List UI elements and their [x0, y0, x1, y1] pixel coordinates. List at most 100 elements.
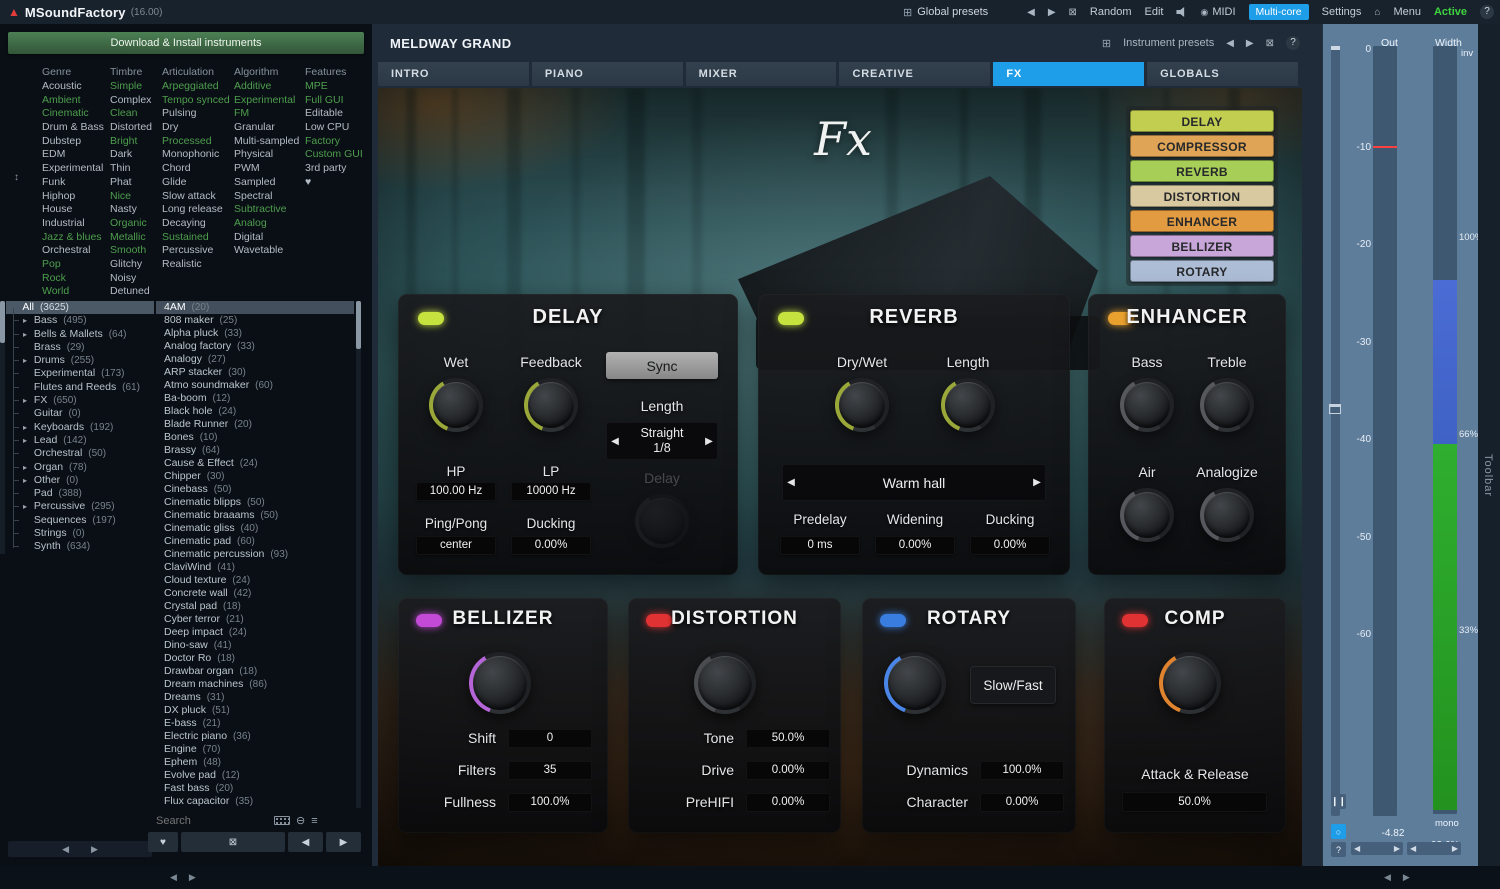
category-item[interactable]: Organ (78) [6, 461, 154, 474]
preset-item[interactable]: DX pluck (51) [156, 704, 354, 717]
filter-tag[interactable]: PWM [234, 162, 304, 176]
bellizer-main-knob[interactable] [469, 652, 531, 714]
list-menu-icon[interactable]: ≡ [311, 815, 317, 827]
melda-logo-icon[interactable]: ▲ [8, 6, 20, 18]
preset-item[interactable]: Fast bass (20) [156, 782, 354, 795]
filter-tag[interactable]: Smooth [110, 244, 162, 258]
tab[interactable]: MIXER [686, 62, 837, 86]
reverb-ducking-value[interactable]: 0.00% [970, 536, 1050, 555]
pager-left-icon[interactable]: ◀ [62, 844, 69, 855]
category-item[interactable]: Flutes and Reeds (61) [6, 381, 154, 394]
filter-tag[interactable]: Percussive [162, 244, 232, 258]
keyboard-icon[interactable] [274, 816, 290, 825]
stepper-right-icon[interactable]: ▶ [700, 436, 718, 447]
expand-arrow-icon[interactable] [23, 461, 31, 474]
filter-tag[interactable]: Jazz & blues [42, 231, 108, 245]
settings-button[interactable]: Settings [1322, 6, 1362, 18]
filter-tag[interactable]: Factory [305, 135, 363, 149]
panel-resize-arrows[interactable]: ◀▶ [1384, 872, 1410, 883]
preset-item[interactable]: ClaviWind (41) [156, 561, 354, 574]
category-item[interactable]: Pad (388) [6, 487, 154, 500]
filter-tag[interactable]: Thin [110, 162, 162, 176]
preset-item[interactable]: Dream machines (86) [156, 678, 354, 691]
preset-item[interactable]: Evolve pad (12) [156, 769, 354, 782]
menu-button[interactable]: Menu [1393, 6, 1421, 18]
comp-attack-release-value[interactable]: 50.0% [1122, 792, 1267, 812]
tab[interactable]: CREATIVE [839, 62, 990, 86]
param-value[interactable]: 0.00% [746, 761, 830, 780]
filter-tag[interactable]: Monophonic [162, 148, 232, 162]
ab-compare-icon[interactable]: ⊠ [1069, 7, 1077, 18]
category-item[interactable]: Synth (634) [6, 540, 154, 553]
preset-item[interactable]: Brassy (64) [156, 444, 354, 457]
active-toggle[interactable]: Active [1434, 6, 1467, 18]
width-meter[interactable] [1433, 46, 1457, 814]
reverb-predelay-value[interactable]: 0 ms [780, 536, 860, 555]
filter-tag[interactable]: Spectral [234, 190, 304, 204]
fx-module-button[interactable]: COMPRESSOR [1130, 135, 1274, 157]
reverb-drywet-knob[interactable] [835, 378, 889, 432]
filter-tag[interactable]: Dark [110, 148, 162, 162]
midi-button[interactable]: ◉ MIDI [1200, 6, 1235, 18]
delay-length-stepper[interactable]: ◀ Straight 1/8 ▶ [606, 422, 718, 460]
filter-tag[interactable]: FM [234, 107, 304, 121]
category-pager[interactable]: ◀ ▶ [8, 841, 152, 857]
param-value[interactable]: 0 [508, 729, 592, 748]
reverb-widening-value[interactable]: 0.00% [875, 536, 955, 555]
filter-tag[interactable]: Wavetable [234, 244, 304, 258]
tab[interactable]: FX [993, 62, 1144, 86]
expand-arrow-icon[interactable] [23, 421, 31, 434]
preset-item[interactable]: Bones (10) [156, 431, 354, 444]
preset-item[interactable]: Dino-saw (41) [156, 639, 354, 652]
next-preset-icon[interactable]: ▶ [1048, 7, 1056, 18]
filter-tag[interactable]: Dubstep [42, 135, 108, 149]
category-item[interactable]: Keyboards (192) [6, 421, 154, 434]
filter-tag[interactable]: Processed [162, 135, 232, 149]
expand-arrow-icon[interactable] [23, 500, 31, 513]
preset-item[interactable]: Cinematic pad (60) [156, 535, 354, 548]
sidebar-resize-arrows[interactable]: ◀▶ [170, 872, 196, 883]
preset-item[interactable]: Dreams (31) [156, 691, 354, 704]
filter-tag[interactable]: Editable [305, 107, 363, 121]
reverb-preset-selector[interactable]: ◀ Warm hall ▶ [782, 464, 1046, 501]
filter-tag[interactable]: Nasty [110, 203, 162, 217]
reverb-length-knob[interactable] [941, 378, 995, 432]
selector-right-icon[interactable]: ▶ [1028, 477, 1046, 488]
stepper-left-icon[interactable]: ◀ [606, 436, 624, 447]
clear-search-button[interactable]: ⊠ [181, 832, 285, 852]
filter-tag[interactable]: Funk [42, 176, 108, 190]
category-item[interactable]: Orchestral (50) [6, 447, 154, 460]
filter-tag[interactable]: Noisy [110, 272, 162, 286]
filter-tag[interactable]: Distorted [110, 121, 162, 135]
category-item[interactable]: Strings (0) [6, 527, 154, 540]
fx-module-button[interactable]: DISTORTION [1130, 185, 1274, 207]
filter-tag[interactable]: Long release [162, 203, 232, 217]
enhancer-air-knob[interactable] [1120, 488, 1174, 542]
preset-item[interactable]: Deep impact (24) [156, 626, 354, 639]
pause-meter-button[interactable]: ❙❙ [1331, 794, 1346, 809]
preset-item[interactable]: Cinematic percussion (93) [156, 548, 354, 561]
preset-item[interactable]: E-bass (21) [156, 717, 354, 730]
meter-help-button[interactable]: ? [1331, 842, 1346, 857]
preset-item[interactable]: Alpha pluck (33) [156, 327, 354, 340]
scrollbar-thumb[interactable] [356, 301, 361, 349]
delay-lp-value[interactable]: 10000 Hz [511, 482, 591, 501]
search-input[interactable] [156, 815, 274, 827]
preset-item[interactable]: Chipper (30) [156, 470, 354, 483]
filter-tag[interactable]: House [42, 203, 108, 217]
preset-item[interactable]: Doctor Ro (18) [156, 652, 354, 665]
category-item[interactable]: Lead (142) [6, 434, 154, 447]
filter-tag[interactable]: Low CPU [305, 121, 363, 135]
filter-tag[interactable]: Dry [162, 121, 232, 135]
speaker-icon[interactable] [1176, 7, 1187, 17]
preset-item[interactable]: Concrete wall (42) [156, 587, 354, 600]
param-value[interactable]: 35 [508, 761, 592, 780]
fx-module-button[interactable]: REVERB [1130, 160, 1274, 182]
filter-tag[interactable]: MPE [305, 80, 363, 94]
filter-tag[interactable]: 3rd party [305, 162, 363, 176]
filter-tag[interactable]: Decaying [162, 217, 232, 231]
filter-tag[interactable]: Slow attack [162, 190, 232, 204]
delay-sync-button[interactable]: Sync [606, 352, 718, 379]
power-button[interactable]: ○ [1331, 824, 1346, 839]
instrument-presets-button[interactable]: Instrument presets [1123, 37, 1214, 49]
